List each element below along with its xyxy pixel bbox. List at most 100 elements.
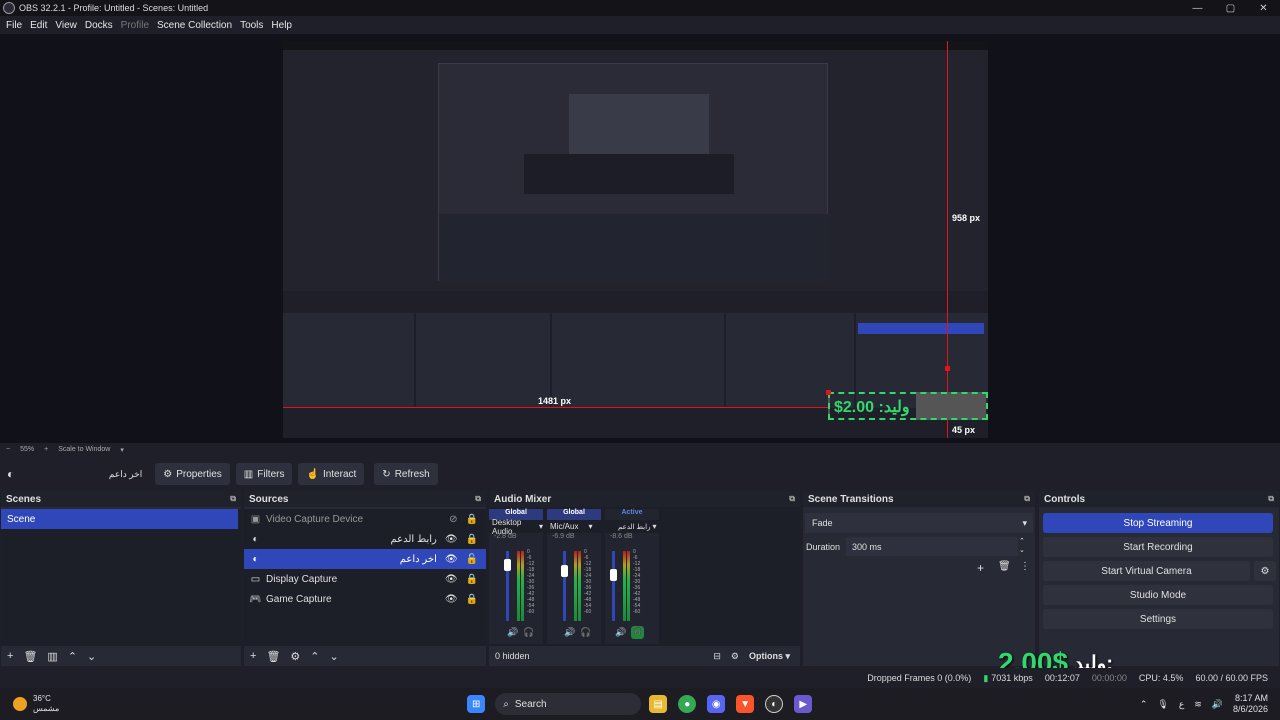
move-down-icon[interactable]: ⌄: [330, 650, 339, 663]
file-explorer-icon[interactable]: ▤: [649, 695, 668, 713]
eye-icon[interactable]: 👁: [445, 554, 458, 565]
maximize-button[interactable]: ▢: [1214, 3, 1247, 14]
trash-icon[interactable]: 🗑: [23, 650, 37, 663]
chrome-icon[interactable]: ●: [678, 695, 697, 713]
menu-scene-collection[interactable]: Scene Collection: [153, 20, 236, 31]
start-recording-button[interactable]: Start Recording: [1043, 537, 1273, 557]
transition-select[interactable]: Fade ▾: [805, 513, 1033, 533]
speaker-icon[interactable]: 🔊: [507, 627, 518, 638]
weather-icon[interactable]: [13, 697, 27, 711]
properties-button[interactable]: ⚙ Properties: [155, 463, 230, 485]
volume-slider-knob[interactable]: [561, 565, 568, 577]
add-icon[interactable]: +: [7, 650, 13, 662]
volume-slider-track[interactable]: [563, 551, 566, 621]
add-icon[interactable]: +: [250, 650, 256, 662]
gear-icon[interactable]: ⚙: [731, 651, 739, 662]
float-dock-icon[interactable]: ⧉: [1268, 494, 1274, 504]
eye-icon[interactable]: 👁: [445, 534, 458, 545]
volume-slider-knob[interactable]: [504, 559, 511, 571]
channel-name-select[interactable]: Mic/Aux ▾: [547, 520, 601, 533]
float-dock-icon[interactable]: ⧉: [1024, 494, 1030, 504]
gear-icon[interactable]: ⚙: [290, 650, 300, 663]
zoom-in-button[interactable]: +: [44, 446, 48, 453]
scale-mode-select[interactable]: Scale to Window: [58, 446, 110, 453]
speaker-icon[interactable]: 🔊: [615, 627, 626, 638]
menu-help[interactable]: Help: [267, 20, 296, 31]
source-item[interactable]: ◐ اخر داعم 👁 🔓: [244, 549, 486, 569]
layout-icon[interactable]: ⊟: [713, 651, 721, 662]
weather-widget[interactable]: 36°C مشمس: [33, 694, 59, 714]
options-button[interactable]: Options ▾: [749, 651, 790, 662]
wifi-icon[interactable]: ≋: [1194, 699, 1202, 710]
float-dock-icon[interactable]: ⧉: [789, 494, 795, 504]
eye-hidden-icon[interactable]: ⊘: [449, 514, 457, 525]
eye-icon[interactable]: 👁: [445, 594, 458, 605]
headphones-icon[interactable]: 🎧: [580, 627, 591, 638]
trash-icon[interactable]: 🗑: [998, 561, 1011, 572]
refresh-button[interactable]: ↻ Refresh: [374, 463, 438, 485]
taskbar-search[interactable]: ⌕ Search: [495, 693, 642, 715]
add-icon[interactable]: +: [977, 561, 984, 575]
resize-handle[interactable]: [826, 390, 831, 395]
unlock-icon[interactable]: 🔓: [466, 554, 478, 565]
volume-slider-track[interactable]: [612, 551, 615, 621]
stop-streaming-button[interactable]: Stop Streaming: [1043, 513, 1273, 533]
app-icon[interactable]: ▶: [794, 695, 813, 713]
headphones-icon[interactable]: 🎧: [631, 626, 644, 639]
move-down-icon[interactable]: ⌄: [87, 650, 96, 663]
studio-mode-button[interactable]: Studio Mode: [1043, 585, 1273, 605]
filter-icon[interactable]: ▥: [47, 650, 57, 663]
lock-icon[interactable]: 🔒: [466, 574, 478, 585]
volume-slider-knob[interactable]: [610, 569, 617, 581]
trash-icon[interactable]: 🗑: [266, 650, 280, 663]
eye-icon[interactable]: 👁: [445, 574, 458, 585]
lock-icon[interactable]: 🔒: [466, 594, 478, 605]
volume-icon[interactable]: 🔊: [1212, 699, 1223, 710]
lock-icon[interactable]: 🔒: [466, 534, 478, 545]
menu-tools[interactable]: Tools: [236, 20, 267, 31]
chevron-down-icon[interactable]: ▾: [120, 446, 124, 454]
language-indicator[interactable]: ع: [1179, 699, 1184, 710]
preview-canvas[interactable]: 958 px 1481 px وليد: 2.00$ 45 px: [283, 41, 988, 438]
menu-docks[interactable]: Docks: [81, 20, 117, 31]
menu-profile[interactable]: Profile: [117, 20, 153, 31]
virtual-camera-settings-button[interactable]: ⚙: [1254, 561, 1276, 581]
selection-box[interactable]: وليد: 2.00$: [828, 392, 988, 420]
speaker-icon[interactable]: 🔊: [564, 627, 575, 638]
microphone-icon[interactable]: 🎙: [1157, 699, 1168, 710]
lock-icon[interactable]: 🔒: [466, 514, 478, 525]
chevron-up-icon[interactable]: ⌃: [1140, 699, 1148, 710]
channel-name-select[interactable]: رابط الدعم ▾: [605, 520, 659, 533]
start-virtual-camera-button[interactable]: Start Virtual Camera: [1043, 561, 1250, 581]
move-up-icon[interactable]: ⌃: [68, 650, 77, 663]
source-item[interactable]: ◐ رابط الدعم 👁 🔒: [244, 529, 486, 549]
brave-icon[interactable]: ▼: [736, 695, 755, 713]
float-dock-icon[interactable]: ⧉: [230, 494, 236, 504]
menu-view[interactable]: View: [51, 20, 81, 31]
scene-item[interactable]: Scene: [1, 509, 238, 529]
channel-name-select[interactable]: Desktop Audio ▾: [489, 518, 543, 536]
discord-icon[interactable]: ◉: [707, 695, 726, 713]
nested-mixer: [552, 313, 724, 408]
source-item[interactable]: 🎮 Game Capture 👁 🔒: [244, 589, 486, 609]
more-icon[interactable]: ⋮: [1020, 561, 1030, 572]
zoom-out-button[interactable]: −: [6, 446, 10, 453]
resize-handle[interactable]: [945, 366, 950, 371]
clock[interactable]: 8:17 AM 8/6/2026: [1233, 693, 1268, 715]
source-item[interactable]: ▭ Display Capture 👁 🔒: [244, 569, 486, 589]
obs-taskbar-icon[interactable]: ◐: [765, 695, 784, 713]
float-dock-icon[interactable]: ⧉: [475, 494, 481, 504]
interact-button[interactable]: ☝ Interact: [298, 463, 365, 485]
menu-file[interactable]: File: [2, 20, 26, 31]
settings-button[interactable]: Settings: [1043, 609, 1273, 629]
menu-edit[interactable]: Edit: [26, 20, 51, 31]
duration-input[interactable]: 300 ms: [846, 537, 1018, 556]
windows-start-icon[interactable]: ⊞: [467, 695, 486, 713]
source-item[interactable]: ▣ Video Capture Device ⊘ 🔒: [244, 509, 486, 529]
close-button[interactable]: ✕: [1247, 3, 1280, 14]
filters-button[interactable]: ▥ Filters: [235, 463, 293, 485]
headphones-icon[interactable]: 🎧: [523, 627, 534, 638]
duration-stepper[interactable]: ⌃ ⌄: [1019, 537, 1025, 555]
move-up-icon[interactable]: ⌃: [310, 650, 319, 663]
minimize-button[interactable]: —: [1181, 3, 1214, 14]
